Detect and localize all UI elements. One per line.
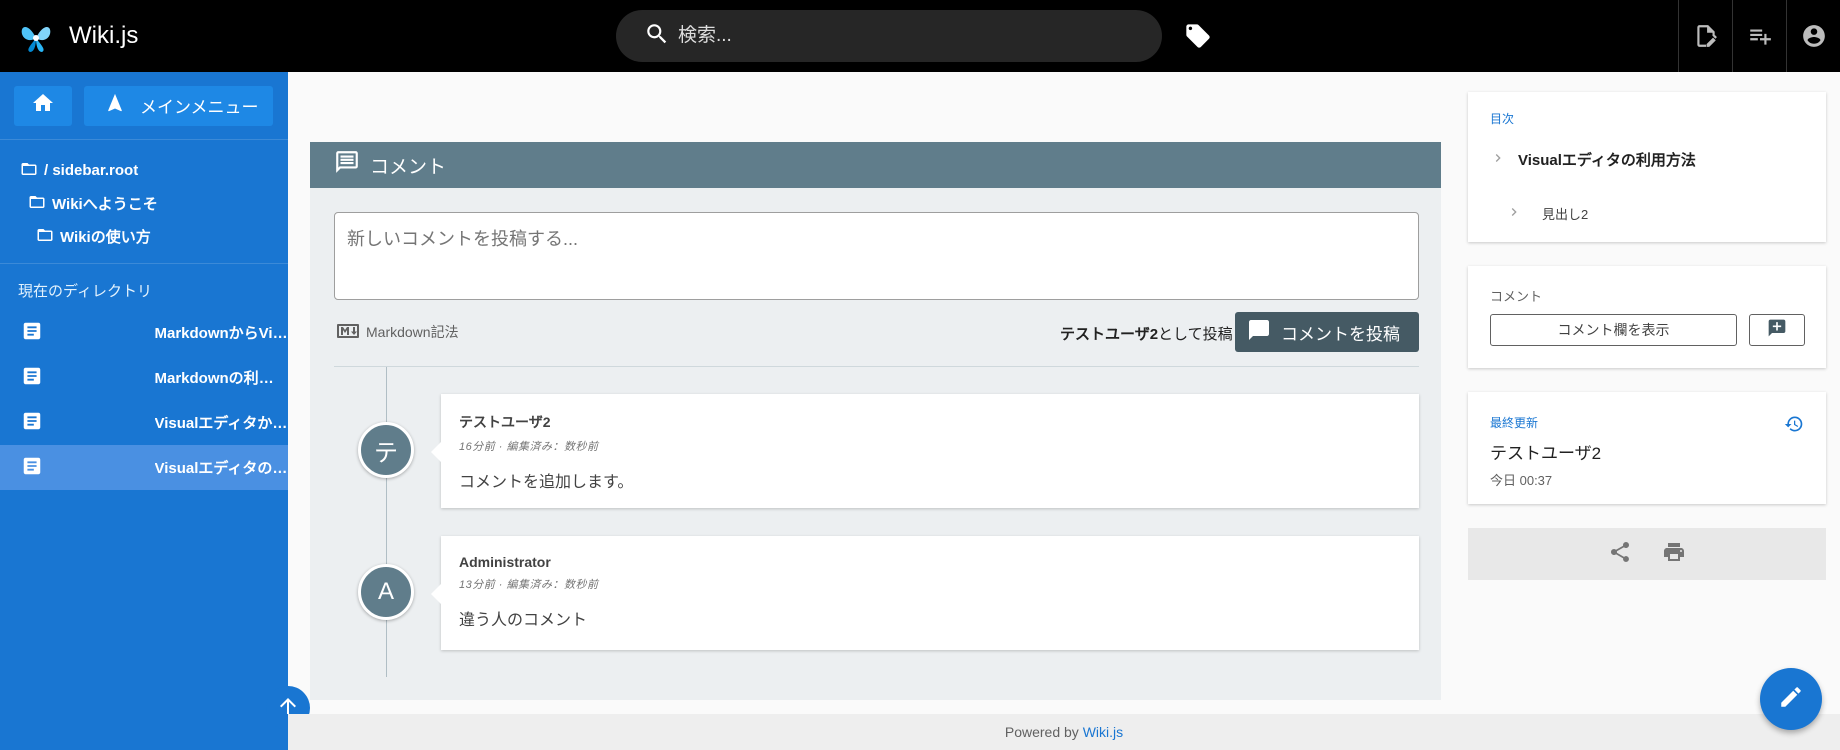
comment-card: Administrator 13分前 · 編集済み：数秒前 違う人のコメント bbox=[431, 536, 1419, 650]
post-as-label: テストユーザ2として投稿 bbox=[1060, 323, 1233, 344]
timeline-line bbox=[386, 367, 387, 677]
home-icon bbox=[31, 91, 55, 120]
last-update-title: 最終更新 bbox=[1490, 416, 1539, 430]
new-comment-input[interactable] bbox=[334, 212, 1419, 300]
last-update-card: 最終更新 テストユーザ2 今日 00:37 bbox=[1468, 392, 1826, 504]
show-comments-button[interactable]: コメント欄を表示 bbox=[1490, 314, 1737, 346]
toc-title: 目次 bbox=[1490, 112, 1515, 126]
folder-open-icon bbox=[28, 193, 52, 215]
toc-item-label: 見出し2 bbox=[1542, 207, 1589, 222]
page-icon bbox=[21, 455, 155, 481]
comment-body: コメントを追加します。 bbox=[459, 474, 634, 491]
page-icon bbox=[21, 320, 155, 346]
comment-panel: コメント コメント欄を表示 bbox=[1468, 266, 1826, 368]
new-page-icon[interactable] bbox=[1678, 0, 1732, 72]
tree-item-howto[interactable]: Wikiの使い方 bbox=[0, 220, 288, 253]
last-update-time: 今日 00:37 bbox=[1490, 473, 1553, 488]
tree-item-welcome[interactable]: Wikiへようこそ bbox=[0, 187, 288, 220]
tree-item-label: Wikiへようこそ bbox=[52, 196, 158, 213]
account-icon[interactable] bbox=[1786, 0, 1840, 72]
comment-panel-title: コメント bbox=[1490, 289, 1543, 304]
toc-item-visual-usage[interactable]: Visualエディタの利用方法 bbox=[1490, 149, 1826, 170]
wikijs-logo-icon[interactable] bbox=[18, 18, 54, 54]
post-comment-label: コメントを投稿 bbox=[1281, 324, 1400, 344]
sidebar-item-visual-to-md[interactable]: VisualエディタからMarkdownへ bbox=[0, 400, 288, 445]
new-comment-button[interactable] bbox=[1749, 314, 1805, 346]
footer-link[interactable]: Wiki.js bbox=[1083, 724, 1123, 740]
comments-header: コメント bbox=[310, 142, 1441, 188]
chevron-right-icon bbox=[1490, 150, 1518, 170]
page-icon bbox=[21, 410, 155, 436]
markdown-hint-label: Markdown記法 bbox=[366, 324, 459, 340]
search-input[interactable] bbox=[678, 25, 1118, 47]
page-actions-icon[interactable] bbox=[1732, 0, 1786, 72]
navigation-icon bbox=[104, 92, 126, 119]
pencil-icon bbox=[1778, 684, 1804, 715]
main-menu-label: メインメニュー bbox=[140, 98, 259, 117]
add-comment-icon bbox=[1767, 318, 1787, 343]
tree-item-label: / sidebar.root bbox=[44, 162, 139, 179]
search-icon bbox=[644, 21, 670, 52]
app-title[interactable]: Wiki.js bbox=[69, 22, 138, 50]
comment-icon bbox=[1247, 318, 1281, 347]
folder-open-icon bbox=[36, 226, 60, 248]
sidebar-item-md-usage[interactable]: Markdownの利用方法 bbox=[0, 355, 288, 400]
share-icon[interactable] bbox=[1608, 540, 1632, 569]
tree-item-root[interactable]: / sidebar.root bbox=[0, 154, 288, 187]
avatar: テ bbox=[358, 422, 414, 478]
post-as-user: テストユーザ2 bbox=[1060, 326, 1159, 343]
search-bar[interactable] bbox=[616, 10, 1162, 62]
sidebar: メインメニュー / sidebar.root Wikiへようこそ Wikiの使い… bbox=[0, 72, 288, 750]
comment-author: テストユーザ2 bbox=[459, 414, 551, 430]
comment-meta: 16分前 · 編集済み：数秒前 bbox=[459, 441, 599, 453]
sidebar-top: メインメニュー bbox=[0, 72, 288, 140]
divider bbox=[334, 366, 1419, 367]
comment-meta: 13分前 · 編集済み：数秒前 bbox=[459, 579, 599, 591]
post-comment-button[interactable]: コメントを投稿 bbox=[1235, 312, 1419, 352]
edit-page-button[interactable] bbox=[1760, 668, 1822, 730]
chevron-right-icon bbox=[1506, 204, 1542, 223]
comments-title: コメント bbox=[370, 156, 447, 178]
sidebar-item-md-to-visual[interactable]: MarkdownからVirtual Editorへ bbox=[0, 310, 288, 355]
markdown-icon bbox=[336, 323, 366, 342]
sidebar-item-label: MarkdownからVirtual Editorへ bbox=[154, 325, 289, 342]
home-button[interactable] bbox=[14, 85, 72, 126]
folder-open-icon bbox=[20, 160, 44, 182]
toc-item-heading2[interactable]: 見出し2 bbox=[1506, 204, 1826, 223]
footer: Powered by Wiki.js bbox=[288, 714, 1840, 750]
page-actions-bar bbox=[1468, 528, 1826, 580]
comments-section: コメント Markdown記法 テストユーザ2として投稿 コメントを投稿 テ テ… bbox=[310, 142, 1441, 700]
comment-body: 違う人のコメント bbox=[459, 612, 588, 629]
history-icon[interactable] bbox=[1784, 414, 1804, 434]
top-bar: Wiki.js bbox=[0, 0, 1840, 72]
footer-prefix: Powered by bbox=[1004, 724, 1079, 740]
comment-author: Administrator bbox=[459, 554, 551, 570]
sidebar-item-visual-usage[interactable]: Visualエディタの利用方法 bbox=[0, 445, 288, 490]
current-dir-label: 現在のディレクトリ bbox=[18, 283, 152, 300]
post-as-suffix: として投稿 bbox=[1158, 326, 1233, 343]
print-icon[interactable] bbox=[1662, 540, 1686, 569]
sidebar-item-label: VisualエディタからMarkdownへ bbox=[154, 415, 289, 432]
folder-tree: / sidebar.root Wikiへようこそ Wikiの使い方 bbox=[0, 140, 288, 264]
table-of-contents: 目次 Visualエディタの利用方法 見出し2 bbox=[1468, 92, 1826, 242]
sidebar-item-label: Visualエディタの利用方法 bbox=[154, 460, 289, 477]
avatar: A bbox=[358, 564, 414, 620]
toc-item-label: Visualエディタの利用方法 bbox=[1518, 152, 1696, 169]
sidebar-item-label: Markdownの利用方法 bbox=[154, 370, 289, 387]
comment-card: テストユーザ2 16分前 · 編集済み：数秒前 コメントを追加します。 bbox=[431, 394, 1419, 508]
comment-icon bbox=[334, 149, 370, 181]
main-menu-button[interactable]: メインメニュー bbox=[84, 85, 273, 126]
page-icon bbox=[21, 365, 155, 391]
markdown-hint: Markdown記法 bbox=[336, 322, 459, 342]
top-actions bbox=[1678, 0, 1840, 72]
tags-icon[interactable] bbox=[1184, 22, 1212, 50]
tree-item-label: Wikiの使い方 bbox=[60, 229, 151, 246]
last-update-user: テストユーザ2 bbox=[1490, 444, 1602, 463]
